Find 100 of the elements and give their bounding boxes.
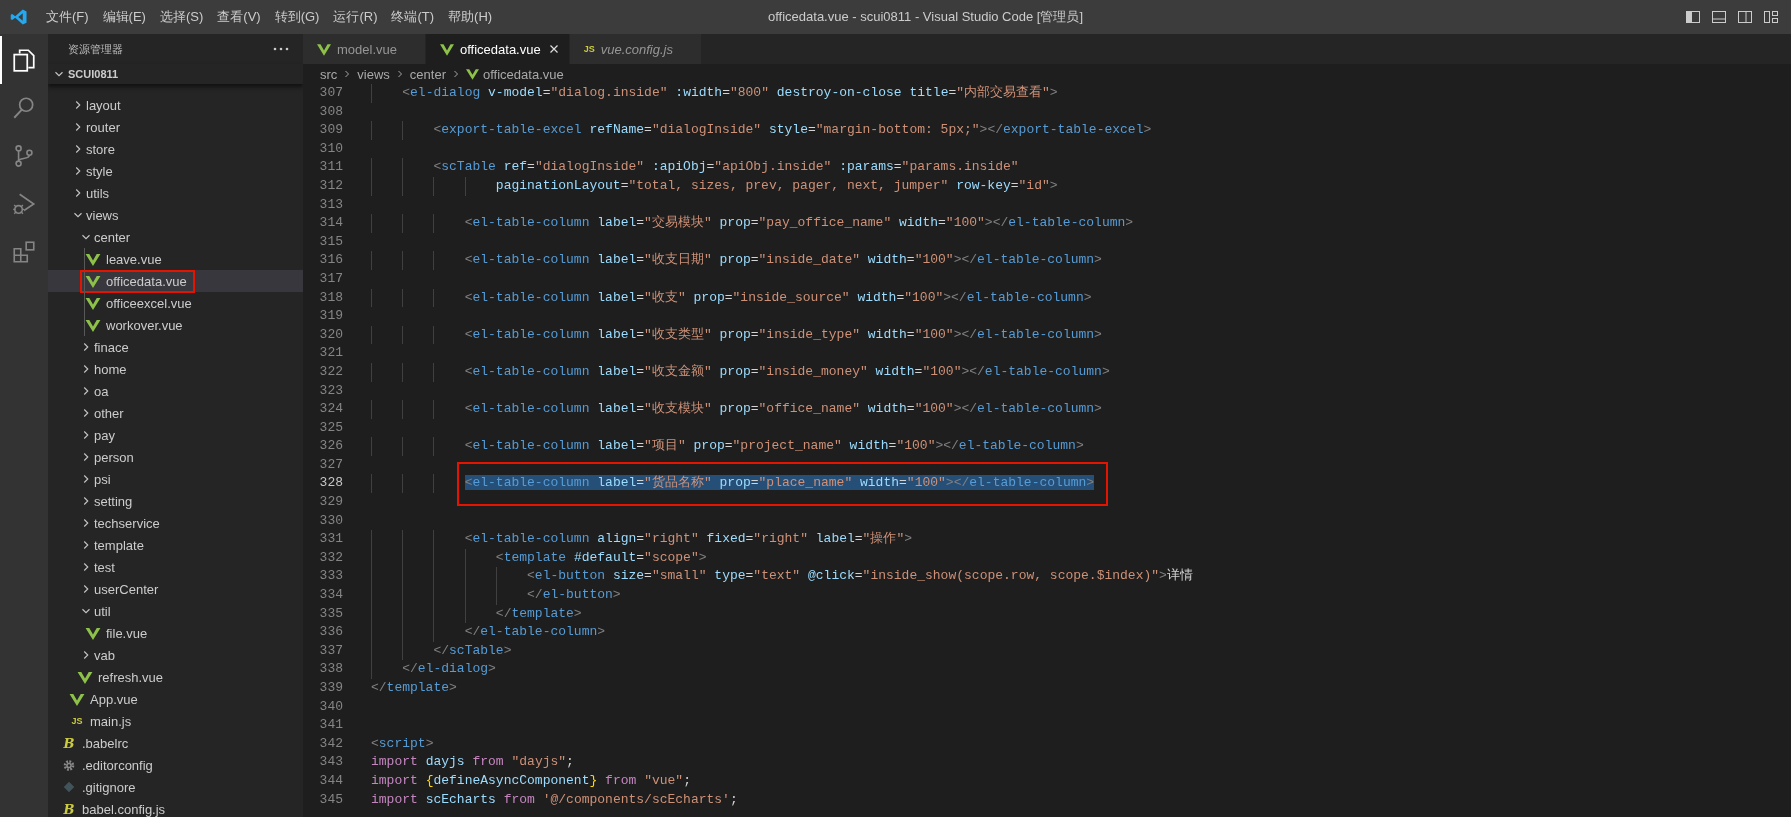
tree-item[interactable]: vab (48, 644, 303, 666)
tree-item[interactable]: store (48, 138, 303, 160)
line-number: 307 (318, 84, 344, 102)
line-number: 325 (318, 418, 344, 437)
line-number: 327 (318, 455, 344, 474)
tree-item[interactable]: template (48, 534, 303, 556)
menu-item[interactable]: 转到(G) (267, 5, 327, 29)
code-line: <template #default="scope"> (495, 549, 707, 565)
line-number: 328 (318, 474, 344, 493)
menu-item[interactable]: 运行(R) (326, 5, 385, 29)
tree-item[interactable]: util (48, 600, 303, 622)
code-line: <scTable ref="dialogInside" :apiObj="apiObj.inside" :params="params.inside" (433, 159, 1019, 175)
menu-item[interactable]: 文件(F) (39, 5, 96, 29)
code-line: </template> (495, 605, 582, 621)
tree-item[interactable]: techservice (48, 512, 303, 534)
tree-item[interactable]: home (48, 358, 303, 380)
vue-file-icon (77, 670, 93, 684)
line-number: 319 (318, 307, 344, 326)
tree-item[interactable]: test (48, 556, 303, 578)
tree-item[interactable]: router (48, 116, 303, 138)
tree-item[interactable]: center (48, 226, 303, 248)
code-line: <el-table-column label="收支日期" prop="inside_date" width="100"></el-table-column> (464, 252, 1102, 268)
breadcrumb-item[interactable]: center (409, 66, 446, 82)
tree-item[interactable]: JS main.js (48, 710, 303, 732)
breadcrumb-item[interactable]: officedata.vue (466, 66, 564, 82)
vue-file-icon (85, 274, 101, 288)
line-number: 311 (318, 158, 344, 177)
tree-item[interactable]: other (48, 402, 303, 424)
code-line: <script> (371, 735, 434, 751)
line-number: 317 (318, 269, 344, 288)
line-number: 312 (318, 176, 344, 195)
tree-item[interactable]: style (48, 160, 303, 182)
vue-file-icon (85, 626, 101, 640)
tree-item[interactable]: refresh.vue (48, 666, 303, 688)
extensions-icon[interactable] (11, 239, 37, 265)
menu-item[interactable]: 选择(S) (152, 5, 211, 29)
tree-item[interactable]: App.vue (48, 688, 303, 710)
line-number: 340 (318, 697, 344, 716)
editor-tab[interactable]: officedata.vue (426, 34, 570, 64)
toggle-sidebar-icon[interactable] (1685, 9, 1701, 25)
files-icon[interactable] (11, 47, 37, 73)
tree-item[interactable]: file.vue (48, 622, 303, 644)
layout-icon[interactable] (1763, 9, 1779, 25)
editor-tab[interactable]: model.vue (303, 34, 426, 64)
js-file-icon: JS (583, 44, 595, 54)
menu-item[interactable]: 编辑(E) (95, 5, 153, 29)
menu-item[interactable]: 帮助(H) (441, 5, 500, 29)
line-number: 344 (318, 771, 344, 790)
breadcrumb-item[interactable]: views (357, 66, 390, 82)
tree-item[interactable]: layout (48, 94, 303, 116)
tree-item[interactable]: pay (48, 424, 303, 446)
code-line: <el-table-column label="交易模块" prop="pay_office_name" width="100"></el-table-column> (464, 215, 1134, 231)
toggle-panel-icon[interactable] (1711, 9, 1727, 25)
line-number: 314 (318, 214, 344, 233)
workspace-folder[interactable]: SCUI0811 (48, 64, 303, 84)
line-number: 310 (318, 139, 344, 158)
line-number: 330 (318, 511, 344, 530)
vue-file-icon (85, 318, 101, 332)
tree-item[interactable]: oa (48, 380, 303, 402)
menu-item[interactable]: 终端(T) (384, 5, 442, 29)
tree-item[interactable]: utils (48, 182, 303, 204)
tree-item[interactable]: setting (48, 490, 303, 512)
line-number: 343 (318, 753, 344, 772)
code-line: </el-table-column> (464, 624, 606, 640)
code-line: </template> (371, 680, 457, 695)
tree-item[interactable]: psi (48, 468, 303, 490)
more-actions-icon[interactable] (273, 46, 289, 52)
line-number: 309 (318, 121, 344, 140)
tree-item[interactable]: person (48, 446, 303, 468)
tree-item[interactable]: officeexcel.vue (48, 292, 303, 314)
split-editor-icon[interactable] (1737, 9, 1753, 25)
vue-file-icon (317, 42, 331, 56)
vue-file-icon (85, 252, 101, 266)
app-logo-icon (10, 8, 28, 26)
line-number: 320 (318, 325, 344, 344)
tree-item[interactable]: userCenter (48, 578, 303, 600)
tree-item[interactable]: finace (48, 336, 303, 358)
tree-item[interactable]: .gitignore (48, 776, 303, 798)
line-number: 339 (318, 679, 344, 697)
editor-tab[interactable]: JS vue.config.js (569, 34, 702, 64)
tree-item[interactable]: views (48, 204, 303, 226)
tree-item[interactable]: B .babelrc (48, 732, 303, 754)
tree-item[interactable]: workover.vue (48, 314, 303, 336)
line-number: 318 (318, 288, 344, 307)
line-number: 329 (318, 493, 344, 512)
vue-file-icon (466, 68, 479, 80)
js-file-icon: JS (69, 716, 85, 726)
line-number: 341 (318, 716, 344, 735)
code-line: <el-table-column label="项目" prop="project_name" width="100"></el-table-column> (464, 438, 1084, 454)
line-number: 315 (318, 232, 344, 251)
menu-item[interactable]: 查看(V) (210, 5, 268, 29)
code-line: <export-table-excel refName="dialogInside" style="margin-bottom: 5px;"></export-table-excel> (433, 122, 1152, 138)
breadcrumb-item[interactable]: src (320, 66, 338, 82)
line-number: 313 (318, 195, 344, 214)
run-debug-icon[interactable] (11, 191, 37, 217)
code-line: <el-table-column label="收支" prop="inside_source" width="100"></el-table-column> (464, 289, 1092, 305)
tree-item[interactable]: officedata.vue (48, 270, 303, 292)
tree-item[interactable]: B babel.config.js (48, 798, 303, 817)
tree-item[interactable]: leave.vue (48, 248, 303, 270)
tree-item[interactable]: .editorconfig (48, 754, 303, 776)
